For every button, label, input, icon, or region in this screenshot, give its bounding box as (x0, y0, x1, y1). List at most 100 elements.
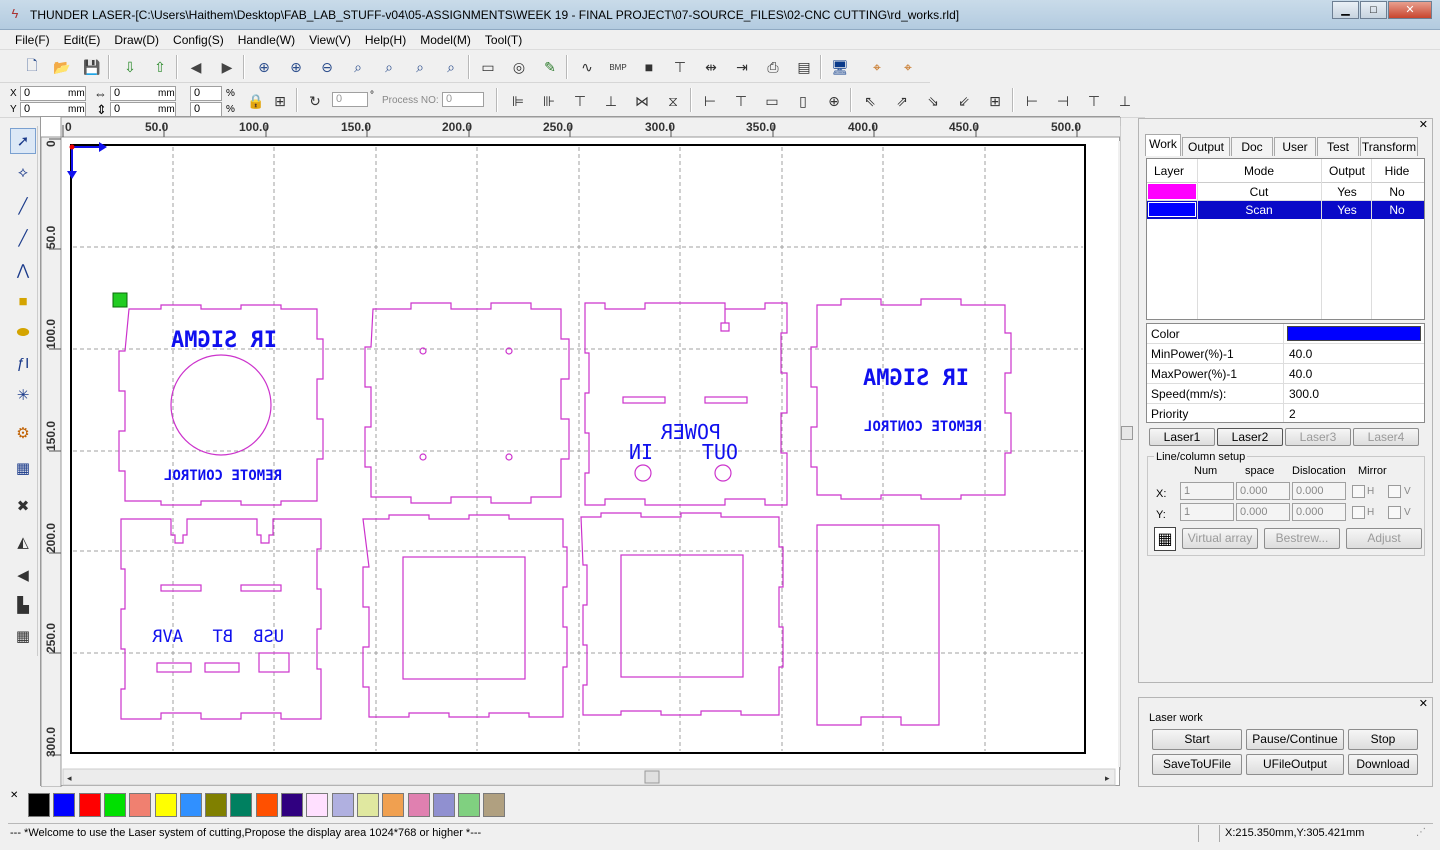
menu-view[interactable]: View(V) (302, 33, 358, 47)
width-lock-icon[interactable]: ⇔ (94, 86, 107, 101)
palette-swatch[interactable] (179, 793, 202, 817)
palette-swatch[interactable] (382, 793, 405, 817)
minimize-button[interactable]: ▁ (1332, 1, 1359, 19)
pen-icon[interactable]: ✎ (538, 55, 562, 79)
zoom-fit-icon[interactable]: ⌕ (408, 55, 432, 79)
laser4-button[interactable]: Laser4 (1353, 428, 1419, 446)
save-icon[interactable]: 💾 (80, 55, 104, 79)
palette-swatch[interactable] (230, 793, 253, 817)
ufile-output-button[interactable]: UFileOutput (1246, 754, 1344, 775)
palette-swatch[interactable] (154, 793, 177, 817)
palette-close-icon[interactable]: ✕ (10, 790, 18, 801)
save-to-ufile-button[interactable]: SaveToUFile (1152, 754, 1242, 775)
line-tool-icon[interactable]: ╱ (10, 193, 36, 219)
page-left-icon[interactable]: ⊢ (1020, 89, 1044, 113)
layer-row-cut[interactable]: Cut Yes No (1147, 183, 1424, 201)
laser3-button[interactable]: Laser3 (1285, 428, 1351, 446)
page-center-icon[interactable]: ⊞ (983, 89, 1007, 113)
list-icon[interactable]: ▤ (792, 55, 816, 79)
equal-hspace-icon[interactable]: ⊢ (698, 89, 722, 113)
page-bottomleft-icon[interactable]: ⇙ (952, 89, 976, 113)
layer-hide[interactable]: No (1373, 203, 1421, 217)
work-canvas[interactable]: 0 50.0 100.0 150.0 200.0 250.0 300.0 350… (40, 116, 1121, 787)
tab-work[interactable]: Work (1145, 134, 1181, 156)
align-right-icon[interactable]: ⊪ (537, 89, 561, 113)
palette-swatch[interactable] (432, 793, 455, 817)
layer-hide[interactable]: No (1373, 185, 1421, 199)
x-mirror-h-checkbox[interactable] (1352, 485, 1365, 498)
stop-button[interactable]: Stop (1348, 729, 1418, 750)
laser1-button[interactable]: Laser1 (1149, 428, 1215, 446)
rotary-icon[interactable]: ◎ (507, 55, 531, 79)
palette-swatch[interactable] (306, 793, 329, 817)
curve-icon[interactable]: ∿ (575, 55, 599, 79)
mirror-h-icon[interactable]: ◭ (10, 529, 36, 555)
zoom-all-icon[interactable]: ⌕ (377, 55, 401, 79)
menu-help[interactable]: Help(H) (358, 33, 413, 47)
process-no-field[interactable]: 0 (442, 92, 484, 107)
array-tool-icon[interactable]: ▦ (10, 623, 36, 649)
zoom-out-icon[interactable]: ⊖ (315, 55, 339, 79)
palette-swatch[interactable] (255, 793, 278, 817)
page-bottom-icon[interactable]: ⊥ (1113, 89, 1137, 113)
layer-mode[interactable]: Scan (1199, 203, 1319, 217)
menu-file[interactable]: File(F) (8, 33, 57, 47)
prop-value-minpower[interactable]: 40.0 (1289, 347, 1312, 361)
panel-close-icon[interactable]: ✕ (1419, 118, 1428, 131)
align-vcenter-icon[interactable]: ⧖ (661, 89, 685, 113)
delete-tool-icon[interactable]: ✖ (10, 493, 36, 519)
center-page-icon[interactable]: ⊕ (822, 89, 846, 113)
maximize-button[interactable]: □ (1360, 1, 1387, 19)
virtual-array-button[interactable]: Virtual array (1182, 528, 1258, 549)
laser-head-icon[interactable]: ⌖ (865, 55, 889, 79)
prop-value-priority[interactable]: 2 (1289, 407, 1296, 421)
prop-color-swatch[interactable] (1287, 326, 1421, 341)
mirror-v-icon[interactable]: ◀ (10, 562, 36, 588)
export-icon[interactable]: ⇧ (148, 55, 172, 79)
print-icon[interactable]: ⎙ (761, 55, 785, 79)
ellipse-tool-icon[interactable]: ⬬ (10, 319, 36, 345)
menu-tool[interactable]: Tool(T) (478, 33, 529, 47)
y-num-field[interactable]: 1 (1180, 503, 1234, 521)
horizontal-scrollbar[interactable] (62, 768, 1116, 786)
bmp-icon[interactable]: BMP (606, 55, 630, 79)
palette-swatch[interactable] (78, 793, 101, 817)
page-topright-icon[interactable]: ⇗ (890, 89, 914, 113)
zoom-in-icon[interactable]: ⊕ (284, 55, 308, 79)
laser-panel-close-icon[interactable]: ✕ (1419, 697, 1428, 710)
y-mirror-v-checkbox[interactable] (1388, 506, 1401, 519)
y-mirror-h-checkbox[interactable] (1352, 506, 1365, 519)
menu-draw[interactable]: Draw(D) (107, 33, 166, 47)
y-dislocation-field[interactable]: 0.000 (1292, 503, 1346, 521)
palette-swatch[interactable] (407, 793, 430, 817)
frame-icon[interactable]: ▭ (476, 55, 500, 79)
layer-row-scan[interactable]: Scan Yes No (1147, 201, 1424, 219)
laser2-button[interactable]: Laser2 (1217, 428, 1283, 446)
capture-tool-icon[interactable]: ⚙ (10, 420, 36, 446)
palette-swatch[interactable] (28, 793, 50, 817)
vertical-scroll-thumb[interactable] (1121, 426, 1133, 440)
x-mirror-v-checkbox[interactable] (1388, 485, 1401, 498)
palette-swatch[interactable] (281, 793, 303, 817)
palette-swatch[interactable] (129, 793, 152, 817)
canvas-svg[interactable]: 0 50.0 100.0 150.0 200.0 250.0 300.0 350… (41, 117, 1121, 787)
download-button[interactable]: Download (1348, 754, 1418, 775)
node-edit-icon[interactable]: ⟡ (10, 159, 36, 185)
rotate-field[interactable]: 0 (332, 92, 368, 107)
text-tool-icon[interactable]: ƒI (10, 350, 36, 376)
palette-swatch[interactable] (458, 793, 481, 817)
prop-value-maxpower[interactable]: 40.0 (1289, 367, 1312, 381)
width-percent-field[interactable]: 0 (190, 86, 222, 101)
prop-value-speed[interactable]: 300.0 (1289, 387, 1319, 401)
palette-swatch[interactable] (205, 793, 228, 817)
undo-icon[interactable]: ◀ (184, 55, 208, 79)
monitor-icon[interactable]: 🖥 (828, 55, 852, 79)
menu-model[interactable]: Model(M) (413, 33, 478, 47)
height-percent-field[interactable]: 0 (190, 102, 222, 117)
y-space-field[interactable]: 0.000 (1236, 503, 1290, 521)
tab-output[interactable]: Output (1182, 137, 1230, 156)
tab-test[interactable]: Test (1317, 137, 1359, 156)
scroll-left-icon[interactable]: ◂ (67, 773, 72, 783)
align-bottom-icon[interactable]: ⊥ (599, 89, 623, 113)
layer-output[interactable]: Yes (1323, 203, 1371, 217)
